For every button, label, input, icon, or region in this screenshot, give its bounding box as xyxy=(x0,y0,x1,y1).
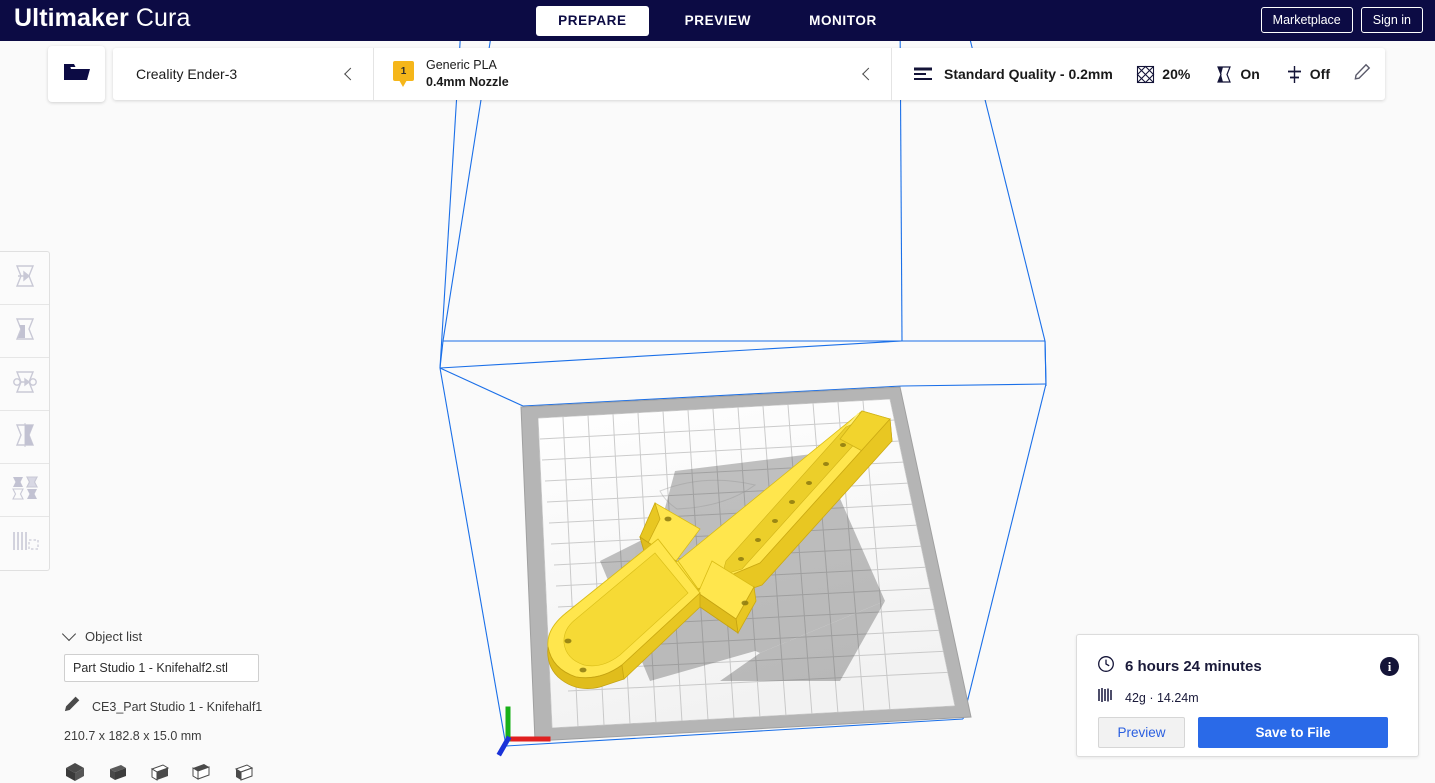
extruder-number: 1 xyxy=(393,61,414,81)
open-folder-icon xyxy=(63,60,91,89)
nozzle-size: 0.4mm Nozzle xyxy=(426,75,509,89)
rotate-tool[interactable] xyxy=(0,358,49,411)
object-list-panel: Object list Part Studio 1 - Knifehalf2.s… xyxy=(61,626,364,783)
support-blocker-icon xyxy=(10,529,40,558)
info-icon[interactable]: i xyxy=(1380,657,1399,676)
support-value: On xyxy=(1240,66,1260,82)
adhesion-value: Off xyxy=(1309,66,1330,82)
view-top[interactable] xyxy=(148,761,170,783)
chevron-down-icon xyxy=(61,626,77,642)
quick-settings-group: 20% On Off xyxy=(1104,48,1371,100)
object-dimensions: 210.7 x 182.8 x 15.0 mm xyxy=(64,729,202,743)
material-selector[interactable]: 1 Generic PLA 0.4mm Nozzle xyxy=(373,48,891,100)
left-toolbar xyxy=(0,251,50,571)
sign-in-button[interactable]: Sign in xyxy=(1360,7,1423,33)
tab-monitor[interactable]: MONITOR xyxy=(787,6,899,36)
support-setting[interactable]: On xyxy=(1214,65,1260,84)
extruder-badge: 1 xyxy=(393,61,414,87)
object-list-label: Object list xyxy=(85,628,143,644)
scale-tool[interactable] xyxy=(0,305,49,358)
print-time-row: 6 hours 24 minutes xyxy=(1097,655,1262,678)
clock-icon xyxy=(1097,655,1115,678)
print-info-panel: 6 hours 24 minutes i 42g · 14.24m Previe… xyxy=(1076,634,1419,757)
print-settings-selector[interactable]: Standard Quality - 0.2mm 20% On Off xyxy=(891,48,1385,100)
chevron-left-icon xyxy=(862,67,875,81)
mirror-tool[interactable] xyxy=(0,411,49,464)
marketplace-button[interactable]: Marketplace xyxy=(1260,7,1353,33)
scale-icon xyxy=(11,316,39,347)
support-blocker-tool[interactable] xyxy=(0,517,49,570)
tab-prepare[interactable]: PREPARE xyxy=(536,5,649,36)
per-model-settings-tool[interactable] xyxy=(0,464,49,517)
save-to-file-button[interactable]: Save to File xyxy=(1198,717,1388,748)
configuration-toolbar: Creality Ender-3 1 Generic PLA 0.4mm Noz… xyxy=(113,48,1385,100)
print-time-value: 6 hours 24 minutes xyxy=(1125,658,1262,675)
infill-icon xyxy=(1136,65,1155,84)
layers-icon xyxy=(913,66,933,82)
pencil-icon xyxy=(1354,63,1371,85)
printer-selector[interactable]: Creality Ender-3 xyxy=(113,48,373,100)
per-model-settings-icon xyxy=(10,475,40,506)
mirror-icon xyxy=(11,422,39,453)
infill-setting[interactable]: 20% xyxy=(1136,65,1190,84)
view-3d[interactable] xyxy=(64,761,86,783)
object-file-name: CE3_Part Studio 1 - Knifehalf1 xyxy=(92,699,263,714)
filament-icon xyxy=(1097,687,1114,708)
view-orientation-buttons xyxy=(64,761,364,783)
printer-name: Creality Ender-3 xyxy=(136,66,238,82)
header-actions: Marketplace Sign in xyxy=(1260,7,1423,33)
preview-button[interactable]: Preview xyxy=(1098,717,1185,748)
print-actions: Preview Save to File xyxy=(1098,717,1388,748)
edit-settings-button[interactable] xyxy=(1354,63,1371,85)
tab-preview[interactable]: PREVIEW xyxy=(663,6,773,36)
material-usage-row: 42g · 14.24m xyxy=(1097,687,1199,708)
support-icon xyxy=(1214,65,1233,84)
move-tool[interactable] xyxy=(0,252,49,305)
chevron-left-icon xyxy=(344,67,357,81)
material-usage-value: 42g · 14.24m xyxy=(1125,690,1199,705)
object-list-header[interactable]: Object list xyxy=(61,626,364,646)
adhesion-icon xyxy=(1286,65,1303,84)
rotate-icon xyxy=(11,369,39,400)
main-tabs: PREPARE PREVIEW MONITOR xyxy=(0,0,1435,41)
app-header: Ultimaker Cura PREPARE PREVIEW MONITOR M… xyxy=(0,0,1435,41)
move-icon xyxy=(11,263,39,294)
view-front[interactable] xyxy=(106,761,128,783)
material-text: Generic PLA 0.4mm Nozzle xyxy=(426,57,509,91)
view-right[interactable] xyxy=(232,761,254,783)
profile-name: Standard Quality - 0.2mm xyxy=(944,66,1113,82)
badge-tip xyxy=(399,80,407,87)
open-file-button[interactable] xyxy=(48,46,105,102)
pencil-icon[interactable] xyxy=(64,696,80,717)
object-file-row: CE3_Part Studio 1 - Knifehalf1 xyxy=(64,696,364,717)
adhesion-setting[interactable]: Off xyxy=(1286,65,1330,84)
material-name: Generic PLA xyxy=(426,58,497,73)
view-left[interactable] xyxy=(190,761,212,783)
infill-value: 20% xyxy=(1162,66,1191,82)
object-selector[interactable]: Part Studio 1 - Knifehalf2.stl xyxy=(64,654,259,682)
